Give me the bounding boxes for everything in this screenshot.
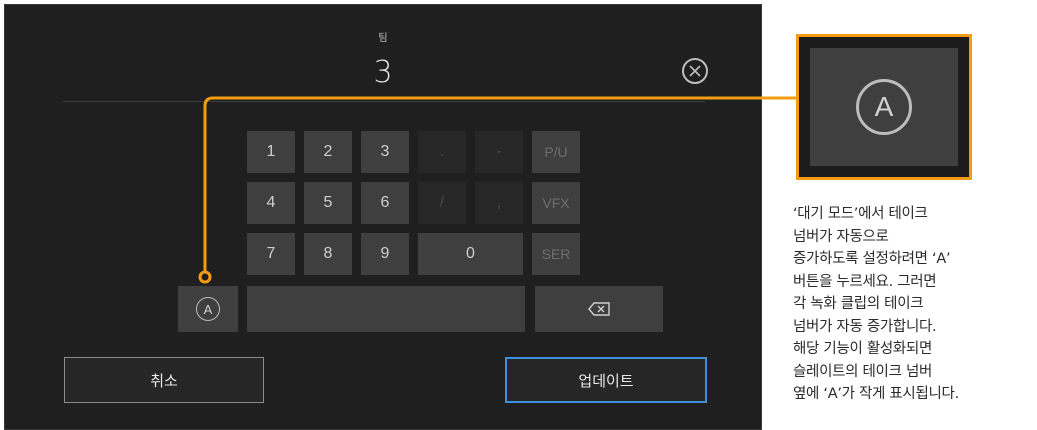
key-4[interactable]: 4 — [247, 182, 295, 224]
caption-line: 슬레이트의 테이크 넘버 — [793, 363, 933, 380]
key-0[interactable]: 0 — [418, 233, 523, 275]
key-7[interactable]: 7 — [247, 233, 295, 275]
caption-line: 옆에 ‘A’가 작게 표시됩니다. — [793, 386, 959, 402]
zoom-auto-icon: A — [856, 79, 912, 135]
text-entry-area[interactable] — [247, 286, 525, 332]
zoom-auto-button: A — [810, 48, 958, 166]
auto-take-icon: A — [196, 297, 220, 321]
update-button[interactable]: 업데이트 — [505, 357, 707, 403]
auto-take-button[interactable]: A — [178, 286, 238, 332]
take-entry-dialog: 팀 3 1 2 3 . - P/U 4 5 6 / , VFX 7 8 9 0 … — [4, 4, 762, 430]
caption-line: ‘대기 모드’에서 테이크 — [793, 206, 928, 222]
caption-line: 버튼을 누르세요. 그러면 — [793, 273, 937, 290]
key-period[interactable]: . — [418, 131, 466, 173]
caption-line: 넘버가 자동으로 — [793, 228, 889, 245]
key-1[interactable]: 1 — [247, 131, 295, 173]
key-slash[interactable]: / — [418, 182, 466, 224]
caption-text: ‘대기 모드’에서 테이크 넘버가 자동으로 증가하도록 설정하려면 ‘A’ 버… — [793, 203, 1037, 406]
caption-line: 각 녹화 클립의 테이크 — [793, 296, 924, 312]
backspace-button[interactable] — [535, 286, 663, 332]
key-dash[interactable]: - — [475, 131, 523, 173]
zoom-callout: A — [796, 34, 972, 180]
caption-line: 넘버가 자동 증가합니다. — [793, 318, 937, 335]
key-6[interactable]: 6 — [361, 182, 409, 224]
key-series[interactable]: SER — [532, 233, 580, 275]
key-5[interactable]: 5 — [304, 182, 352, 224]
backspace-icon — [588, 302, 610, 316]
caption-line: 증가하도록 설정하려면 ‘A’ — [793, 251, 951, 267]
clear-icon — [689, 65, 701, 77]
field-value[interactable]: 3 — [5, 55, 761, 90]
clear-button[interactable] — [682, 58, 708, 84]
key-comma[interactable]: , — [475, 182, 523, 224]
key-8[interactable]: 8 — [304, 233, 352, 275]
divider — [63, 101, 705, 102]
key-pickup[interactable]: P/U — [532, 131, 580, 173]
cancel-button[interactable]: 취소 — [64, 357, 264, 403]
key-vfx[interactable]: VFX — [532, 182, 580, 224]
key-2[interactable]: 2 — [304, 131, 352, 173]
caption-line: 해당 기능이 활성화되면 — [793, 341, 933, 357]
key-9[interactable]: 9 — [361, 233, 409, 275]
field-title: 팀 — [378, 33, 388, 44]
key-3[interactable]: 3 — [361, 131, 409, 173]
